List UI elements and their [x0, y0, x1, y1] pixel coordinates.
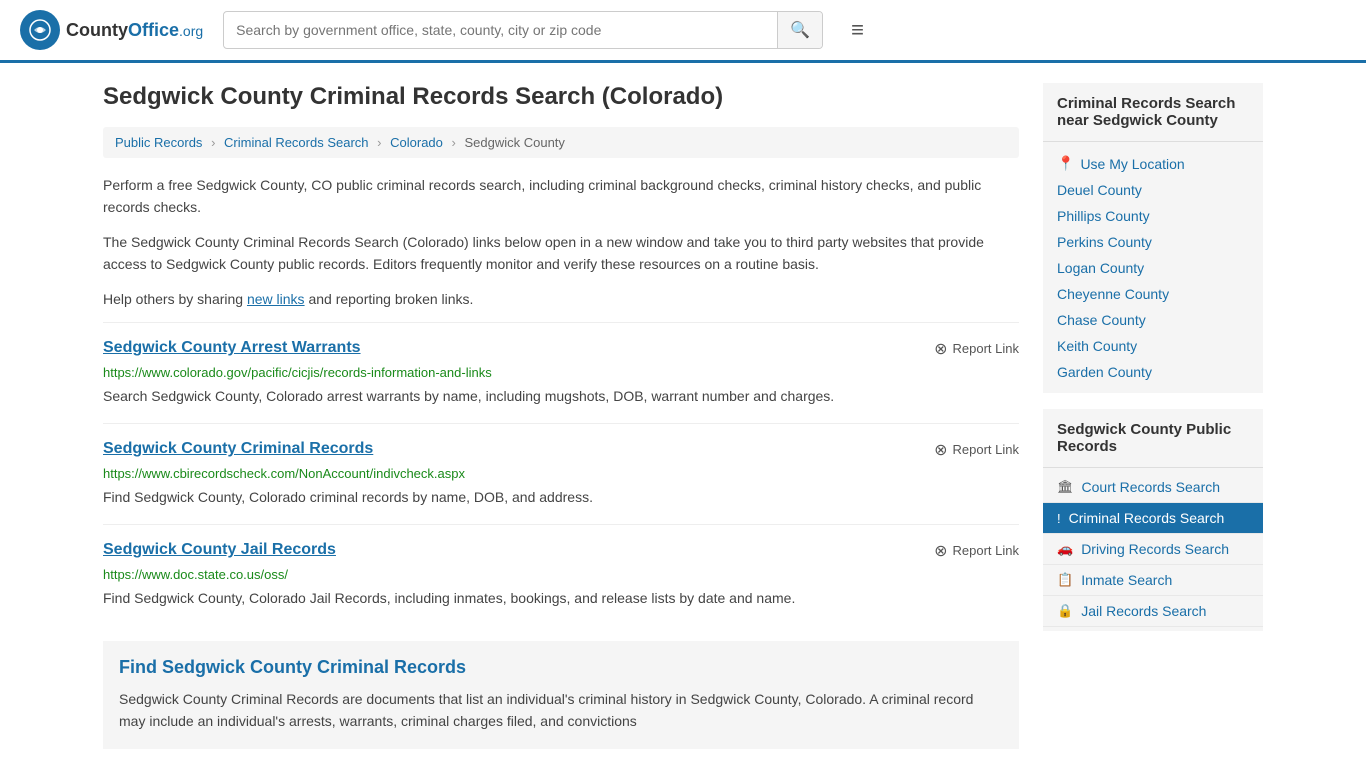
breadcrumb-criminal-records[interactable]: Criminal Records Search — [224, 135, 369, 150]
search-input[interactable] — [224, 14, 777, 46]
public-link-1[interactable]: Criminal Records Search — [1069, 510, 1225, 526]
report-icon-2: ⊗ — [934, 541, 947, 561]
public-link-0[interactable]: Court Records Search — [1082, 479, 1221, 495]
description-2: The Sedgwick County Criminal Records Sea… — [103, 231, 1019, 276]
description-1: Perform a free Sedgwick County, CO publi… — [103, 174, 1019, 219]
find-section: Find Sedgwick County Criminal Records Se… — [103, 641, 1019, 749]
use-my-location-link[interactable]: Use My Location — [1080, 156, 1184, 172]
find-title: Find Sedgwick County Criminal Records — [119, 657, 1003, 678]
public-link-item-3[interactable]: 📋 Inmate Search — [1043, 565, 1263, 596]
record-section-2: Sedgwick County Jail Records ⊗ Report Li… — [103, 524, 1019, 625]
public-link-item-4[interactable]: 🔒 Jail Records Search — [1043, 596, 1263, 627]
record-url-0: https://www.colorado.gov/pacific/cicjis/… — [103, 365, 1019, 380]
nearby-title: Criminal Records Search near Sedgwick Co… — [1043, 83, 1263, 142]
record-section-1: Sedgwick County Criminal Records ⊗ Repor… — [103, 423, 1019, 524]
record-desc-0: Search Sedgwick County, Colorado arrest … — [103, 386, 1019, 407]
breadcrumb: Public Records › Criminal Records Search… — [103, 127, 1019, 158]
nearby-county-2[interactable]: Perkins County — [1043, 229, 1263, 255]
nearby-box: Criminal Records Search near Sedgwick Co… — [1043, 83, 1263, 393]
nearby-county-5[interactable]: Chase County — [1043, 307, 1263, 333]
record-url-1: https://www.cbirecordscheck.com/NonAccou… — [103, 466, 1019, 481]
public-link-3[interactable]: Inmate Search — [1081, 572, 1172, 588]
public-link-2[interactable]: Driving Records Search — [1081, 541, 1229, 557]
nearby-county-link-6[interactable]: Keith County — [1057, 338, 1137, 354]
menu-icon: ≡ — [851, 17, 864, 42]
nearby-list: 📍 Use My Location Deuel County Phillips C… — [1043, 142, 1263, 393]
new-links-link[interactable]: new links — [247, 291, 305, 307]
report-link-label-1: Report Link — [953, 442, 1019, 457]
logo-icon — [20, 10, 60, 50]
report-link-btn-1[interactable]: ⊗ Report Link — [934, 440, 1019, 460]
public-records-box: Sedgwick County Public Records 🏛 Court R… — [1043, 409, 1263, 631]
sidebar: Criminal Records Search near Sedgwick Co… — [1043, 83, 1263, 749]
public-link-item-1[interactable]: ! Criminal Records Search — [1043, 503, 1263, 534]
breadcrumb-colorado[interactable]: Colorado — [390, 135, 443, 150]
use-my-location-item[interactable]: 📍 Use My Location — [1043, 150, 1263, 177]
record-title-0[interactable]: Sedgwick County Arrest Warrants — [103, 339, 361, 357]
public-records-title: Sedgwick County Public Records — [1043, 409, 1263, 468]
public-link-4[interactable]: Jail Records Search — [1081, 603, 1206, 619]
nearby-county-0[interactable]: Deuel County — [1043, 177, 1263, 203]
breadcrumb-sep-2: › — [377, 135, 381, 150]
report-icon-1: ⊗ — [934, 440, 947, 460]
report-link-btn-0[interactable]: ⊗ Report Link — [934, 339, 1019, 359]
nearby-county-link-1[interactable]: Phillips County — [1057, 208, 1150, 224]
record-header-2: Sedgwick County Jail Records ⊗ Report Li… — [103, 541, 1019, 561]
nearby-county-link-0[interactable]: Deuel County — [1057, 182, 1142, 198]
breadcrumb-sep-3: › — [452, 135, 456, 150]
search-icon: 🔍 — [790, 22, 810, 39]
breadcrumb-sep-1: › — [211, 135, 215, 150]
main-content: Sedgwick County Criminal Records Search … — [103, 83, 1019, 749]
site-header: CountyOffice.org 🔍 ≡ — [0, 0, 1366, 63]
nearby-county-link-7[interactable]: Garden County — [1057, 364, 1152, 380]
find-desc: Sedgwick County Criminal Records are doc… — [119, 688, 1003, 733]
nearby-county-6[interactable]: Keith County — [1043, 333, 1263, 359]
report-icon-0: ⊗ — [934, 339, 947, 359]
nearby-county-4[interactable]: Cheyenne County — [1043, 281, 1263, 307]
logo-text: CountyOffice.org — [66, 20, 203, 41]
nearby-county-1[interactable]: Phillips County — [1043, 203, 1263, 229]
location-icon: 📍 — [1057, 155, 1074, 172]
record-header-1: Sedgwick County Criminal Records ⊗ Repor… — [103, 440, 1019, 460]
nearby-county-link-3[interactable]: Logan County — [1057, 260, 1144, 276]
public-link-item-2[interactable]: 🚗 Driving Records Search — [1043, 534, 1263, 565]
records-container: Sedgwick County Arrest Warrants ⊗ Report… — [103, 322, 1019, 625]
page-title: Sedgwick County Criminal Records Search … — [103, 83, 1019, 111]
pub-icon-4: 🔒 — [1057, 603, 1073, 619]
breadcrumb-current: Sedgwick County — [464, 135, 564, 150]
public-list: 🏛 Court Records Search ! Criminal Record… — [1043, 468, 1263, 631]
nearby-county-link-5[interactable]: Chase County — [1057, 312, 1146, 328]
nearby-county-7[interactable]: Garden County — [1043, 359, 1263, 385]
record-section-0: Sedgwick County Arrest Warrants ⊗ Report… — [103, 322, 1019, 423]
description-3: Help others by sharing new links and rep… — [103, 288, 1019, 310]
logo-link[interactable]: CountyOffice.org — [20, 10, 203, 50]
search-bar: 🔍 — [223, 11, 823, 49]
nearby-county-3[interactable]: Logan County — [1043, 255, 1263, 281]
record-header-0: Sedgwick County Arrest Warrants ⊗ Report… — [103, 339, 1019, 359]
hamburger-button[interactable]: ≡ — [843, 13, 872, 47]
pub-icon-0: 🏛 — [1057, 479, 1074, 495]
pub-icon-1: ! — [1057, 511, 1061, 526]
desc3-suffix: and reporting broken links. — [305, 291, 474, 307]
nearby-county-link-2[interactable]: Perkins County — [1057, 234, 1152, 250]
record-title-1[interactable]: Sedgwick County Criminal Records — [103, 440, 373, 458]
report-link-btn-2[interactable]: ⊗ Report Link — [934, 541, 1019, 561]
breadcrumb-public-records[interactable]: Public Records — [115, 135, 202, 150]
page-container: Sedgwick County Criminal Records Search … — [83, 63, 1283, 769]
desc3-prefix: Help others by sharing — [103, 291, 247, 307]
pub-icon-2: 🚗 — [1057, 541, 1073, 557]
report-link-label-2: Report Link — [953, 543, 1019, 558]
pub-icon-3: 📋 — [1057, 572, 1073, 588]
record-desc-1: Find Sedgwick County, Colorado criminal … — [103, 487, 1019, 508]
nearby-county-link-4[interactable]: Cheyenne County — [1057, 286, 1169, 302]
search-button[interactable]: 🔍 — [777, 12, 822, 48]
report-link-label-0: Report Link — [953, 341, 1019, 356]
public-link-item-0[interactable]: 🏛 Court Records Search — [1043, 472, 1263, 503]
record-url-2: https://www.doc.state.co.us/oss/ — [103, 567, 1019, 582]
record-desc-2: Find Sedgwick County, Colorado Jail Reco… — [103, 588, 1019, 609]
record-title-2[interactable]: Sedgwick County Jail Records — [103, 541, 336, 559]
